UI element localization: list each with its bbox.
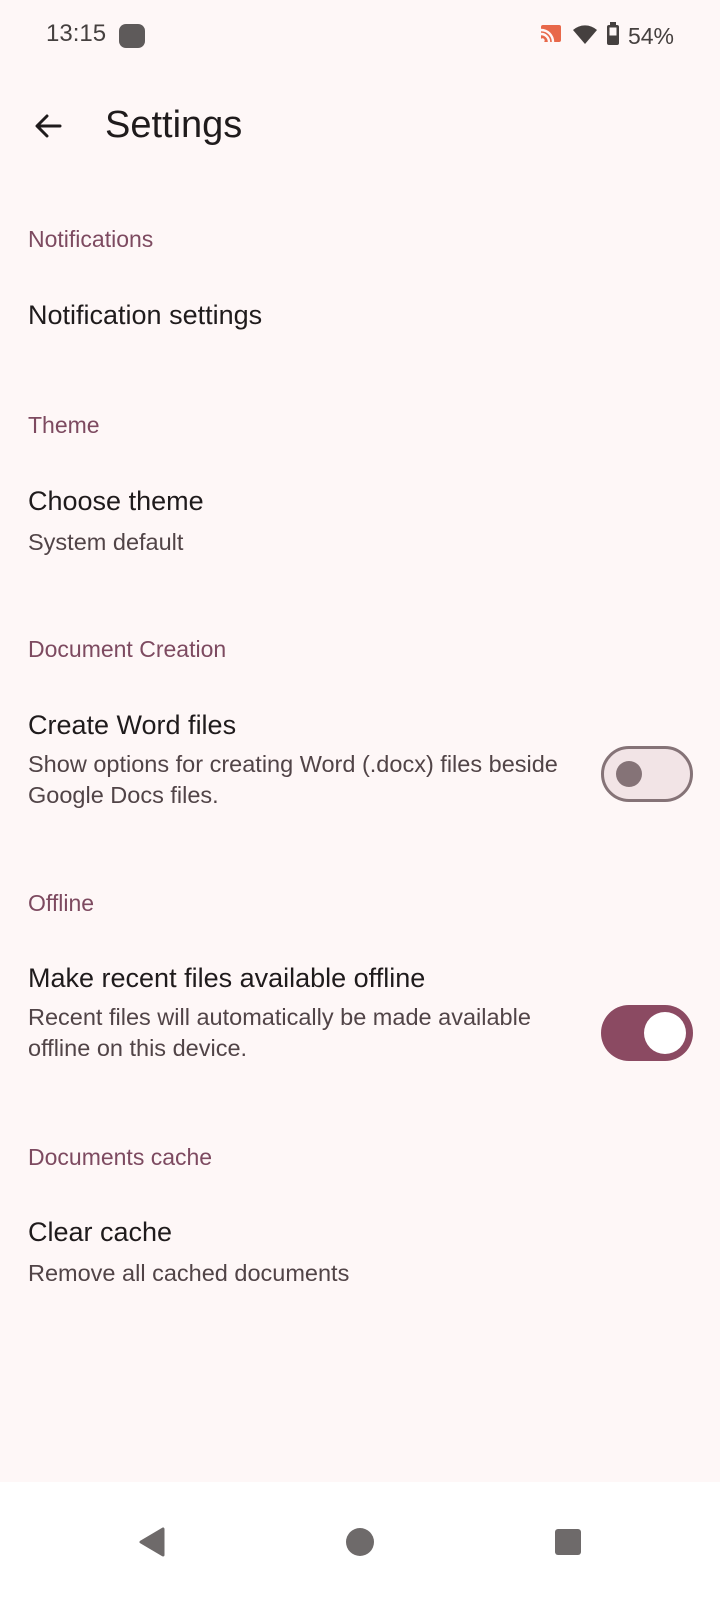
offline-files-description: Recent files will automatically be made … [28, 1004, 531, 1061]
create-word-files-description: Show options for creating Word (.docx) f… [28, 751, 558, 808]
system-nav-bar [0, 1482, 720, 1600]
section-header-documents-cache: Documents cache [28, 1144, 213, 1170]
nav-recents-button[interactable] [536, 1510, 600, 1574]
battery-percent: 54% [627, 22, 674, 49]
status-icons: 54% [538, 20, 674, 52]
offline-files-item[interactable]: Make recent files available offline [28, 963, 425, 994]
cast-icon [538, 22, 564, 51]
clear-cache-description: Remove all cached documents [28, 1260, 350, 1286]
nav-back-button[interactable] [120, 1510, 184, 1574]
status-time: 13:15 [46, 20, 107, 47]
offline-files-toggle[interactable] [601, 1005, 693, 1061]
nav-home-button[interactable] [328, 1510, 392, 1574]
app-notification-icon [119, 24, 145, 48]
clear-cache-item[interactable]: Clear cache [28, 1217, 172, 1248]
back-button[interactable] [22, 100, 74, 152]
home-circle-icon [346, 1528, 374, 1556]
toggle-thumb [644, 1012, 686, 1054]
wifi-icon [572, 23, 598, 50]
section-header-theme: Theme [28, 412, 100, 438]
create-word-files-item[interactable]: Create Word files [28, 710, 236, 741]
recents-square-icon [555, 1529, 581, 1555]
arrow-back-icon [35, 114, 62, 138]
section-header-offline: Offline [28, 890, 95, 916]
page-title: Settings [105, 104, 243, 146]
notification-settings-item[interactable]: Notification settings [28, 300, 262, 331]
create-word-files-toggle[interactable] [601, 746, 693, 802]
choose-theme-item[interactable]: Choose theme [28, 486, 204, 517]
toggle-thumb [616, 761, 642, 787]
choose-theme-value: System default [28, 529, 184, 555]
battery-icon [606, 21, 620, 51]
back-triangle-icon [139, 1527, 165, 1557]
section-header-notifications: Notifications [28, 226, 154, 252]
section-header-document-creation: Document Creation [28, 636, 227, 662]
app-bar: Settings [0, 88, 720, 164]
status-bar: 13:15 54% [0, 0, 720, 72]
